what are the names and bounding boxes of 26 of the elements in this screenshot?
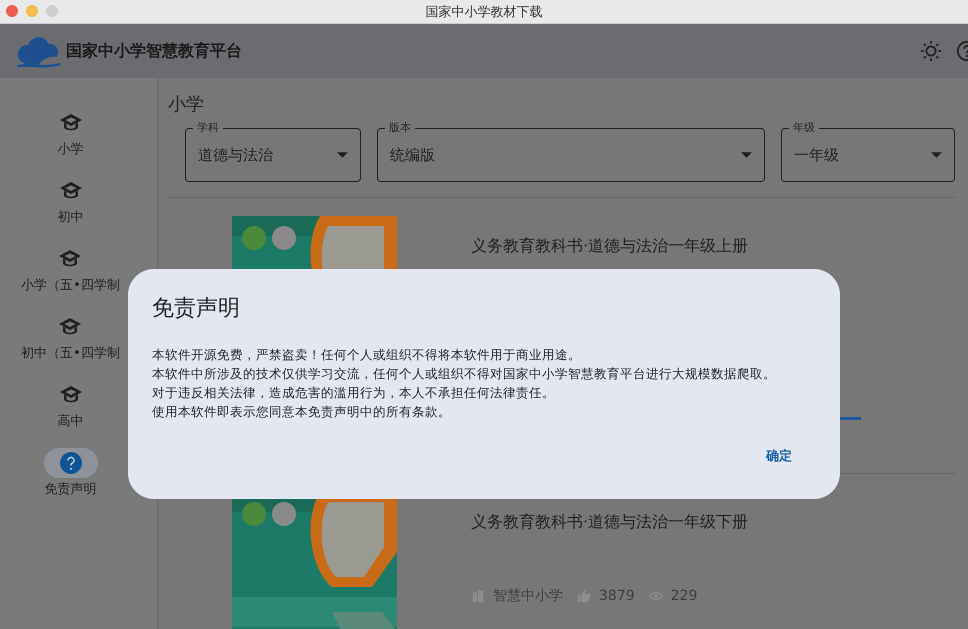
section-heading: 小学 (168, 93, 205, 116)
sidebar-item[interactable]: 初中（五•四学制 (21, 312, 120, 372)
disclaimer-text: 本软件中所涉及的技术仅供学习交流，任何个人或组织不得对国家中小学智慧教育平台进行大规模数据爬取。 (152, 365, 777, 383)
brand-name: 国家中小学智慧教育平台 (66, 40, 242, 62)
caret-icon (741, 152, 752, 158)
caret-icon (931, 152, 942, 158)
confirm-button[interactable]: 确定 (754, 441, 804, 471)
view-count: 229 (670, 588, 698, 604)
sidebar-item[interactable]: 小学 (44, 108, 98, 168)
like-count: 3879 (599, 588, 635, 604)
disclaimer-text: 使用本软件即表示您同意本免责声明中的所有条款。 (152, 403, 452, 421)
sidebar-item[interactable]: 小学（五•四学制 (21, 244, 120, 304)
minimize-button[interactable] (26, 5, 38, 17)
disclaimer-text: 本软件开源免费，严禁盗卖！任何个人或组织不得将本软件用于商业用途。 (152, 346, 582, 364)
sidebar-item[interactable]: 初中 (44, 176, 98, 236)
book-title[interactable]: 义务教育教科书·道德与法治一年级上册 (471, 236, 955, 257)
brightness-icon[interactable] (920, 40, 942, 62)
window-title: 国家中小学教材下载 (426, 4, 542, 20)
publisher-name: 智慧中小学 (493, 587, 563, 605)
caret-icon (337, 152, 348, 158)
help-icon (58, 451, 82, 475)
book-title[interactable]: 义务教育教科书·道德与法治一年级下册 (471, 512, 955, 533)
disclaimer-text: 对于违反相关法律，造成危害的滥用行为，本人不承担任何法律责任。 (152, 384, 556, 402)
sidebar-item[interactable]: 高中 (44, 380, 98, 440)
dialog-title: 免责声明 (152, 295, 241, 323)
close-button[interactable] (6, 5, 18, 17)
